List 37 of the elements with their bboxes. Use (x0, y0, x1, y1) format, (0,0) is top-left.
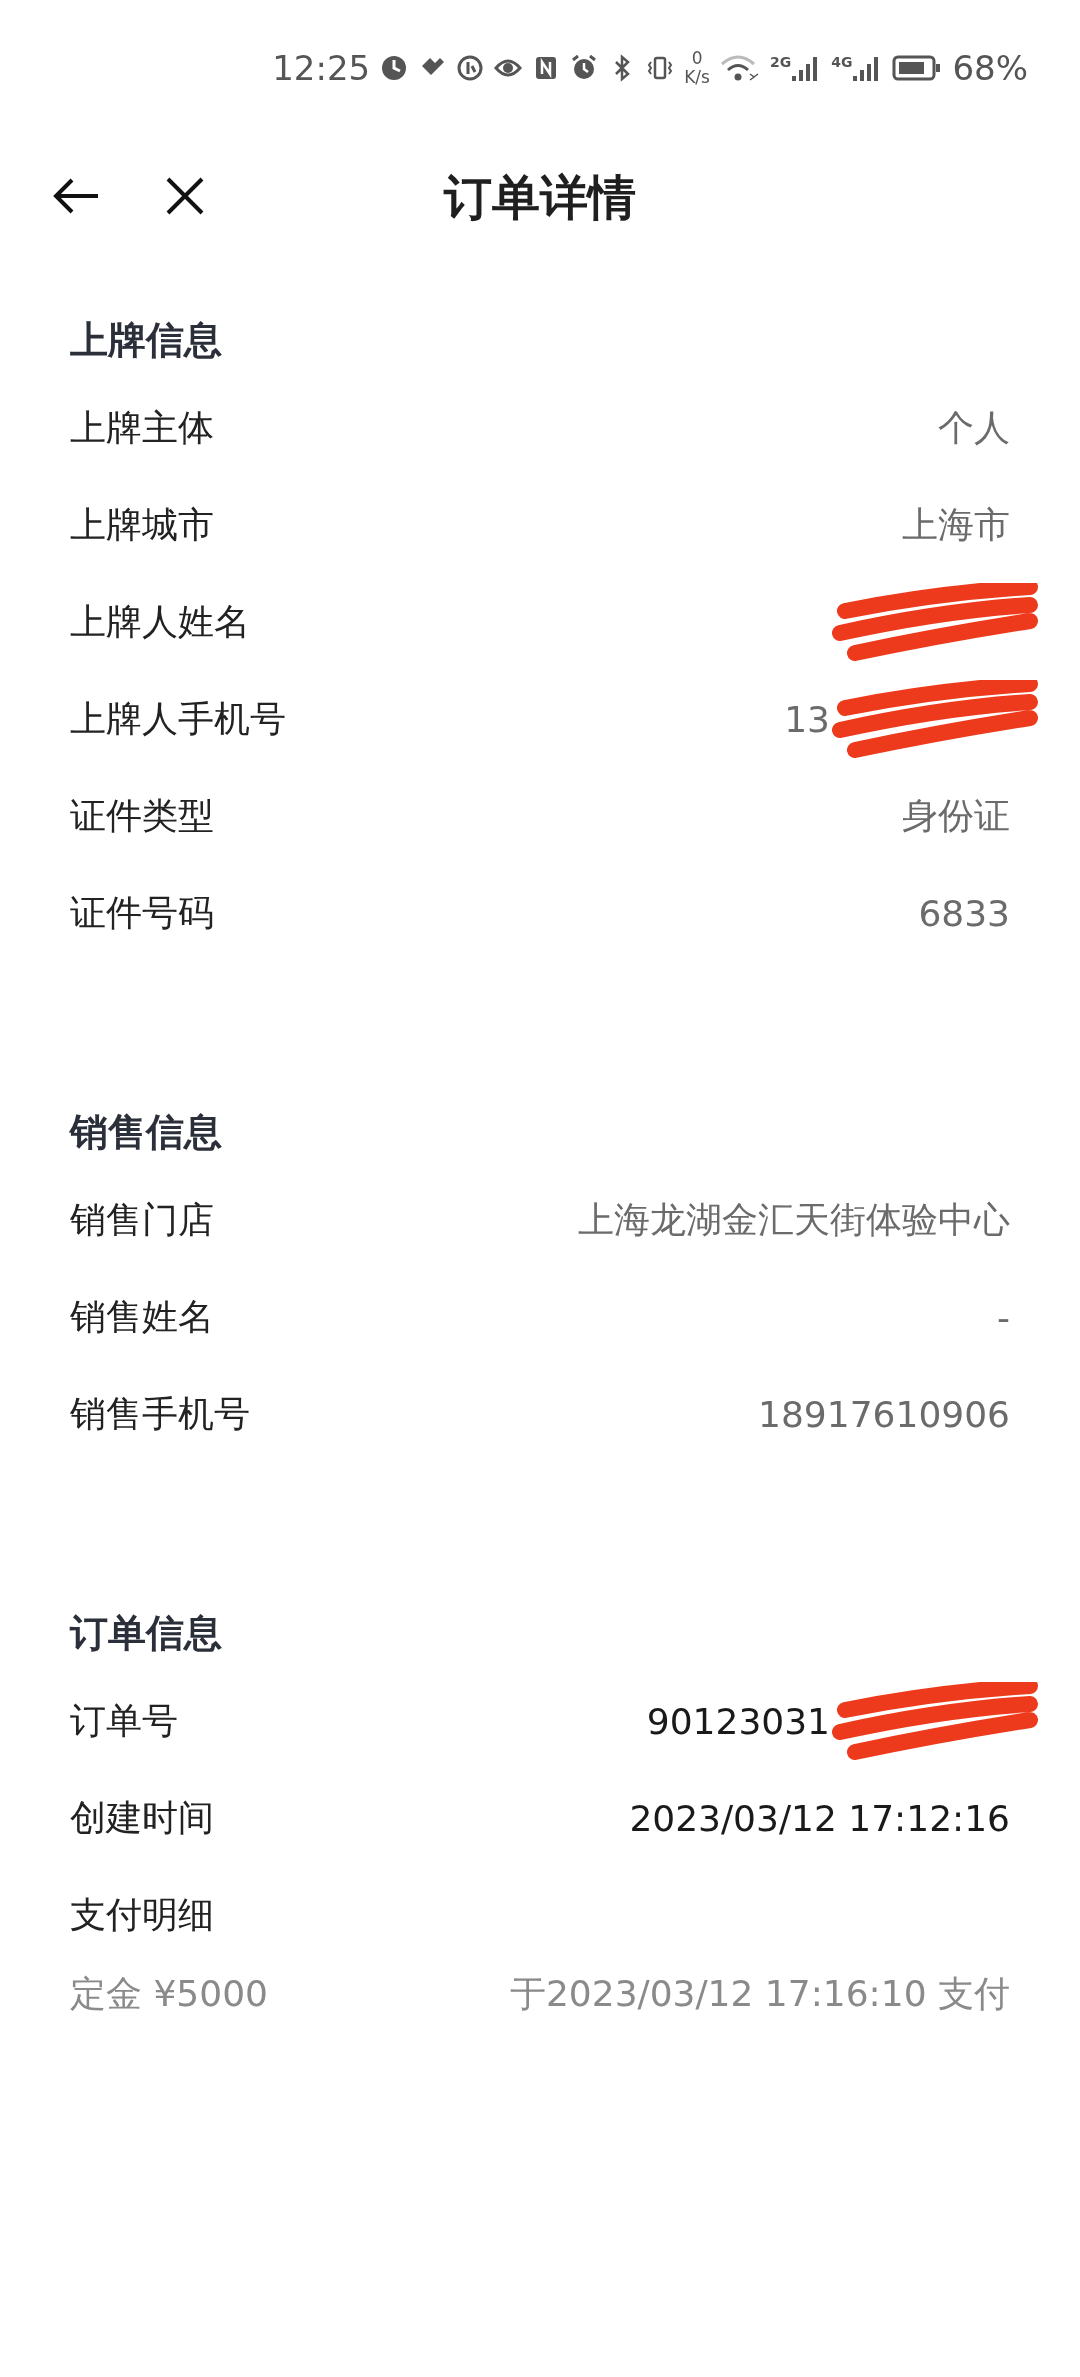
field-value: 2023/03/12 17:12:16 (629, 1798, 1010, 1839)
battery-icon (892, 53, 943, 82)
field-label: 销售手机号 (70, 1392, 250, 1436)
field-label: 证件号码 (70, 891, 214, 935)
field-label: 上牌主体 (70, 406, 214, 450)
alarm-icon (570, 53, 599, 82)
field-value: - (997, 1297, 1010, 1338)
deposit-amount: 定金 ¥5000 (70, 1971, 268, 2016)
timer-icon (380, 53, 409, 82)
network-speed: 0 K/s (684, 48, 710, 87)
field-label: 订单号 (70, 1699, 178, 1743)
payment-time: 于2023/03/12 17:16:10 支付 (509, 1971, 1010, 2016)
field-value: 18917610906 (758, 1394, 1010, 1435)
field-value: 90123031 (646, 1701, 830, 1742)
network-type: 2G (769, 53, 792, 70)
field-value: 13 (784, 699, 830, 740)
section-title: 销售信息 (70, 1108, 222, 1156)
field-value: 6833 (918, 893, 1010, 934)
page-title: 订单详情 (444, 169, 636, 227)
field-label: 创建时间 (70, 1796, 214, 1840)
field-label: 上牌城市 (70, 503, 214, 547)
field-value: 身份证 (902, 794, 1010, 838)
wifi-icon (719, 53, 760, 82)
section-title: 订单信息 (70, 1609, 222, 1657)
field-value: 个人 (938, 406, 1010, 450)
clock-time: 12:25 (272, 47, 371, 88)
network-type: 4G (831, 53, 853, 70)
battery-percent: 68% (952, 47, 1028, 88)
field-label: 销售姓名 (70, 1295, 214, 1339)
field-label: 上牌人姓名 (70, 600, 250, 644)
field-label: 支付明细 (70, 1893, 214, 1937)
field-value: 上海龙湖金汇天街体验中心 (578, 1198, 1010, 1242)
field-label: 证件类型 (70, 794, 214, 838)
field-value: 上海市 (902, 503, 1010, 547)
field-label: 上牌人手机号 (70, 697, 286, 741)
field-label: 销售门店 (70, 1198, 214, 1242)
section-title: 上牌信息 (70, 316, 222, 364)
